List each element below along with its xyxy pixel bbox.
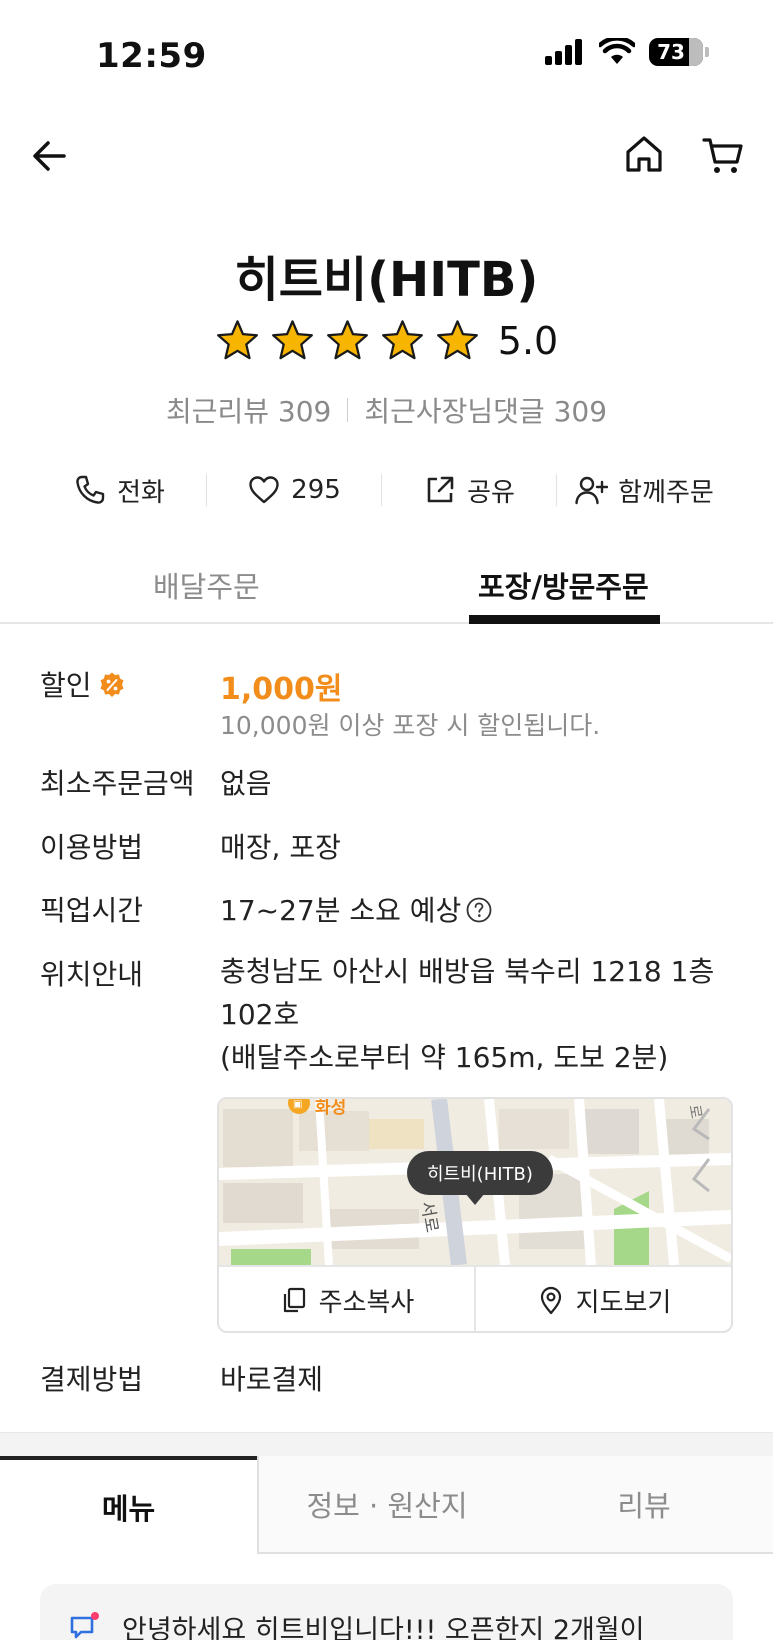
star-icon <box>271 320 313 360</box>
share-label: 공유 <box>467 477 515 508</box>
store-content-tabs: 메뉴 정보 · 원산지 리뷰 <box>0 1456 773 1554</box>
address-line-2: 102호 <box>220 998 300 1031</box>
tab-delivery-order[interactable]: 배달주문 <box>153 564 260 606</box>
share-icon <box>427 476 454 503</box>
cart-icon[interactable] <box>700 132 746 178</box>
call-label: 전화 <box>117 477 165 508</box>
map-store-pin[interactable]: 히트비(HITB) <box>407 1151 553 1195</box>
view-map-button[interactable]: 지도보기 <box>476 1267 731 1331</box>
tab-reviews[interactable]: 리뷰 <box>515 1456 773 1554</box>
pickup-time-value: 17~27분 소요 예상 <box>220 894 462 927</box>
star-icon <box>436 320 478 360</box>
review-separator <box>347 398 349 422</box>
owner-replies-link[interactable]: 최근사장님댓글 309 <box>364 390 607 430</box>
map-card: ▣ 화성 서로 로 히트비(HITB) 주소복사 지도보기 <box>217 1097 733 1333</box>
min-order-label: 최소주문금액 <box>40 767 195 800</box>
recent-reviews-link[interactable]: 최근리뷰 309 <box>166 390 331 430</box>
discount-label: 할인 <box>40 669 92 702</box>
discount-note: 10,000원 이상 포장 시 할인됩니다. <box>220 711 601 740</box>
usage-method-label: 이용방법 <box>40 831 144 864</box>
view-map-label: 지도보기 <box>575 1287 672 1318</box>
star-icon <box>216 320 258 360</box>
address-line-1: 충청남도 아산시 배방읍 북수리 1218 1층 <box>220 955 715 988</box>
group-order-label: 함께주문 <box>618 477 714 508</box>
battery-tip <box>705 47 709 57</box>
wifi-icon <box>599 38 635 64</box>
copy-address-label: 주소복사 <box>318 1287 415 1318</box>
discount-percent-icon <box>100 672 124 697</box>
section-divider <box>0 1432 773 1456</box>
battery-level: 73 <box>657 40 685 64</box>
address-block: 충청남도 아산시 배방읍 북수리 1218 1층 102호 (배달주소로부터 약… <box>220 950 740 1079</box>
pickup-time-label: 픽업시간 <box>40 894 144 927</box>
min-order-value: 없음 <box>220 767 272 800</box>
call-button[interactable]: 전화 <box>32 472 206 509</box>
tab-info-origin[interactable]: 정보 · 원산지 <box>257 1456 515 1554</box>
tab-pickup-order[interactable]: 포장/방문주문 <box>478 564 649 606</box>
nav-bar <box>0 120 773 192</box>
order-type-tabs: 배달주문 포장/방문주문 <box>0 556 773 624</box>
pickup-time-row: 17~27분 소요 예상 <box>220 889 493 929</box>
status-time: 12:59 <box>96 36 207 76</box>
payment-method-value: 바로결제 <box>220 1363 324 1396</box>
heart-icon <box>249 476 279 504</box>
status-bar: 12:59 73 <box>0 0 773 110</box>
home-icon[interactable] <box>622 132 666 176</box>
map-actions: 주소복사 지도보기 <box>219 1265 731 1331</box>
rating-row: 5.0 <box>0 318 773 363</box>
cellular-signal-icon <box>545 39 582 65</box>
distance-info: (배달주소로부터 약 165m, 도보 2분) <box>220 1041 669 1074</box>
discount-row-label: 할인 <box>40 664 126 704</box>
phone-icon <box>76 475 105 504</box>
copy-address-button[interactable]: 주소복사 <box>219 1267 474 1331</box>
payment-method-label: 결제방법 <box>40 1363 144 1396</box>
copy-icon <box>283 1287 305 1313</box>
store-action-row: 전화 295 공유 함께주문 <box>0 466 773 514</box>
map-poi-label: 화성 <box>315 1098 347 1118</box>
help-icon[interactable] <box>465 896 493 924</box>
map-pin-tail <box>465 1193 485 1205</box>
svg-text:▣: ▣ <box>293 1099 302 1110</box>
discount-amount: 1,000원 <box>220 672 343 707</box>
announcement-icon <box>70 1612 99 1639</box>
battery-indicator: 73 <box>649 38 703 66</box>
status-icons: 73 <box>545 38 709 66</box>
review-summary: 최근리뷰 309 최근사장님댓글 309 <box>0 390 773 430</box>
share-button[interactable]: 공유 <box>382 472 556 509</box>
location-pin-icon <box>540 1286 561 1315</box>
location-label: 위치안내 <box>40 958 144 991</box>
map-road-label: 서로 <box>416 1199 442 1235</box>
store-name: 히트비(HITB) <box>234 252 539 308</box>
star-icon <box>381 320 423 360</box>
star-icon <box>326 320 368 360</box>
like-count: 295 <box>291 475 341 505</box>
usage-method-value: 매장, 포장 <box>220 831 341 864</box>
active-tab-indicator <box>469 615 660 624</box>
tab-menu[interactable]: 메뉴 <box>0 1456 257 1554</box>
owner-notice-card[interactable]: 안녕하세요 히트비입니다!!! 오픈한지 2개월이 <box>40 1584 733 1640</box>
add-user-icon <box>575 476 609 505</box>
back-arrow-icon[interactable] <box>28 134 72 178</box>
notice-text: 안녕하세요 히트비입니다!!! 오픈한지 2개월이 <box>122 1615 645 1640</box>
group-order-button[interactable]: 함께주문 <box>557 472 731 509</box>
like-button[interactable]: 295 <box>207 473 381 507</box>
rating-value: 5.0 <box>497 318 559 363</box>
